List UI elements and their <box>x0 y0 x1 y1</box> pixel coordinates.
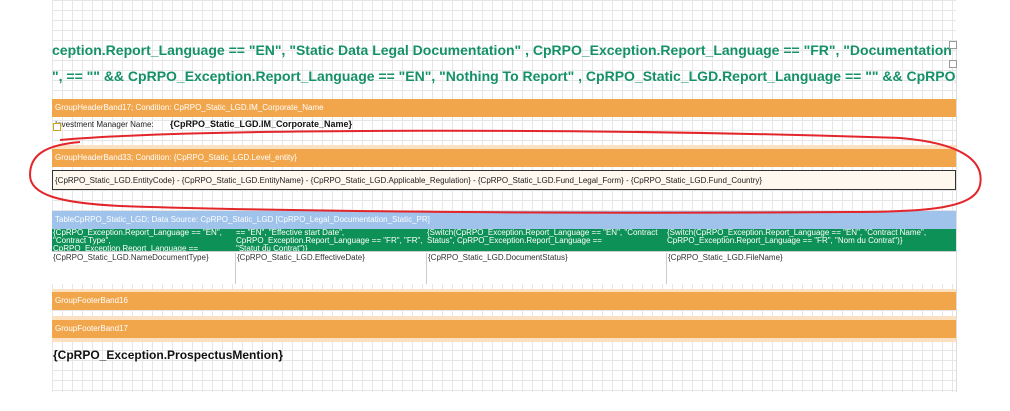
table-header-contract-name[interactable]: {Switch(CpRPO_Exception.Report_Language … <box>666 229 956 251</box>
table-data-band[interactable]: TableCpRPO_Static_LGD; Data Source: CpRP… <box>52 211 956 229</box>
table-header-effective-date[interactable]: == "EN", "Effective start Date", CpRPO_E… <box>235 229 426 251</box>
group-header-band-17[interactable]: GroupHeaderBand17; Condition: CpRPO_Stat… <box>52 99 956 117</box>
table-header-contract-type[interactable]: {CpRPO_Exception.Report_Language == "EN"… <box>52 229 233 251</box>
im-corporate-name-field[interactable]: {CpRPO_Static_LGD.IM_Corporate_Name} <box>170 119 352 129</box>
table-cell-effective-date[interactable]: {CpRPO_Static_LGD.EffectiveDate} <box>235 253 427 284</box>
report-title-expression-line-1[interactable]: ception.Report_Language == "EN", "Static… <box>52 42 956 58</box>
table-header-contract-status[interactable]: {Switch(CpRPO_Exception.Report_Language … <box>426 229 665 251</box>
entity-info-row[interactable]: {CpRPO_Static_LGD.EntityCode} - {CpRPO_S… <box>52 170 956 190</box>
im-name-label: Investment Manager Name: <box>55 120 154 129</box>
group-footer-band-16[interactable]: GroupFooterBand16 <box>52 292 956 310</box>
entity-info-text: {CpRPO_Static_LGD.EntityCode} - {CpRPO_S… <box>55 176 763 185</box>
table-data-row[interactable]: {CpRPO_Static_LGD.NameDocumentType} {CpR… <box>52 251 956 284</box>
report-design-canvas[interactable]: ception.Report_Language == "EN", "Static… <box>52 0 956 392</box>
prospectus-row[interactable]: {CpRPO_Exception.ProspectusMention} <box>52 346 956 364</box>
report-title-expression-line-2[interactable]: ", == "" && CpRPO_Exception.Report_Langu… <box>52 68 956 84</box>
band-marker-icon[interactable] <box>53 123 61 131</box>
group-footer-band-17[interactable]: GroupFooterBand17 <box>52 320 956 338</box>
table-cell-file-name[interactable]: {CpRPO_Static_LGD.FileName} <box>666 253 956 284</box>
resize-handle-icon[interactable] <box>949 41 957 49</box>
group-header-band-33[interactable]: GroupHeaderBand33; Condition: {CpRPO_Sta… <box>52 149 956 167</box>
table-cell-document-type[interactable]: {CpRPO_Static_LGD.NameDocumentType} <box>52 253 235 284</box>
prospectus-mention-field[interactable]: {CpRPO_Exception.ProspectusMention} <box>52 348 283 362</box>
table-cell-document-status[interactable]: {CpRPO_Static_LGD.DocumentStatus} <box>426 253 666 284</box>
im-name-row[interactable]: Investment Manager Name: {CpRPO_Static_L… <box>52 117 956 131</box>
page-right-margin <box>956 40 957 392</box>
table-header-row[interactable]: {CpRPO_Exception.Report_Language == "EN"… <box>52 229 956 251</box>
band-separator <box>52 338 956 342</box>
collapse-marker-icon[interactable] <box>949 60 957 68</box>
